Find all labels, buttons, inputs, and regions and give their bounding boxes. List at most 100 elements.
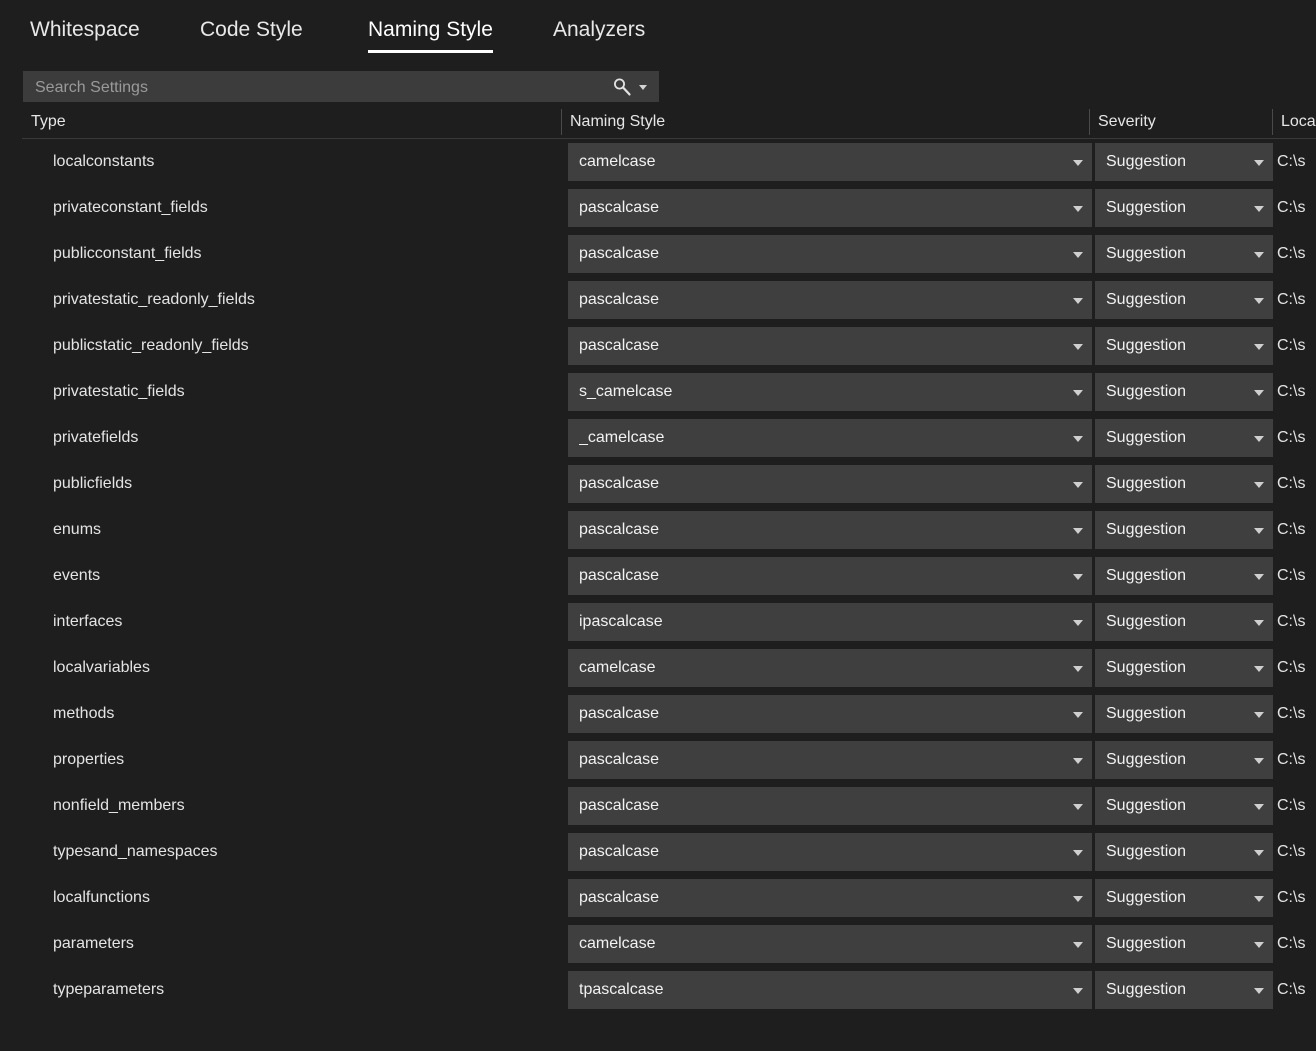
severity-dropdown[interactable]: Suggestion (1095, 189, 1273, 227)
severity-dropdown[interactable]: Suggestion (1095, 741, 1273, 779)
chevron-down-icon[interactable] (1073, 298, 1083, 304)
chevron-down-icon[interactable] (1073, 942, 1083, 948)
naming-style-dropdown[interactable]: pascalcase (568, 465, 1092, 503)
naming-style-dropdown[interactable]: pascalcase (568, 695, 1092, 733)
naming-style-dropdown[interactable]: pascalcase (568, 511, 1092, 549)
chevron-down-icon[interactable] (1254, 344, 1264, 350)
table-row[interactable]: privatefields_camelcaseSuggestionC:\s (0, 415, 1316, 461)
naming-style-dropdown[interactable]: ipascalcase (568, 603, 1092, 641)
chevron-down-icon[interactable] (1073, 850, 1083, 856)
chevron-down-icon[interactable] (1254, 850, 1264, 856)
table-row[interactable]: privatestatic_fieldss_camelcaseSuggestio… (0, 369, 1316, 415)
naming-style-dropdown[interactable]: camelcase (568, 143, 1092, 181)
chevron-down-icon[interactable] (1073, 758, 1083, 764)
severity-dropdown[interactable]: Suggestion (1095, 235, 1273, 273)
naming-style-dropdown[interactable]: pascalcase (568, 833, 1092, 871)
chevron-down-icon[interactable] (1254, 206, 1264, 212)
search-icon[interactable] (612, 77, 632, 97)
chevron-down-icon[interactable] (1073, 666, 1083, 672)
table-row[interactable]: localfunctionspascalcaseSuggestionC:\s (0, 875, 1316, 921)
severity-dropdown[interactable]: Suggestion (1095, 143, 1273, 181)
chevron-down-icon[interactable] (1254, 160, 1264, 166)
chevron-down-icon[interactable] (1254, 436, 1264, 442)
chevron-down-icon[interactable] (1254, 390, 1264, 396)
chevron-down-icon[interactable] (1073, 206, 1083, 212)
naming-style-dropdown[interactable]: pascalcase (568, 787, 1092, 825)
chevron-down-icon[interactable] (639, 85, 647, 90)
table-row[interactable]: privatestatic_readonly_fieldspascalcaseS… (0, 277, 1316, 323)
chevron-down-icon[interactable] (1254, 942, 1264, 948)
table-row[interactable]: parameterscamelcaseSuggestionC:\s (0, 921, 1316, 967)
chevron-down-icon[interactable] (1073, 436, 1083, 442)
naming-style-dropdown[interactable]: s_camelcase (568, 373, 1092, 411)
table-row[interactable]: nonfield_memberspascalcaseSuggestionC:\s (0, 783, 1316, 829)
naming-style-dropdown[interactable]: pascalcase (568, 189, 1092, 227)
search-input[interactable] (33, 72, 607, 103)
naming-style-dropdown[interactable]: pascalcase (568, 235, 1092, 273)
severity-dropdown[interactable]: Suggestion (1095, 419, 1273, 457)
severity-dropdown[interactable]: Suggestion (1095, 695, 1273, 733)
column-header-severity[interactable]: Severity (1089, 106, 1271, 138)
naming-style-dropdown[interactable]: pascalcase (568, 879, 1092, 917)
chevron-down-icon[interactable] (1254, 712, 1264, 718)
chevron-down-icon[interactable] (1073, 390, 1083, 396)
column-header-naming-style[interactable]: Naming Style (561, 106, 1089, 138)
chevron-down-icon[interactable] (1254, 988, 1264, 994)
tab-analyzers[interactable]: Analyzers (553, 16, 645, 50)
table-row[interactable]: methodspascalcaseSuggestionC:\s (0, 691, 1316, 737)
severity-dropdown[interactable]: Suggestion (1095, 603, 1273, 641)
naming-style-dropdown[interactable]: _camelcase (568, 419, 1092, 457)
naming-style-dropdown[interactable]: pascalcase (568, 741, 1092, 779)
chevron-down-icon[interactable] (1073, 804, 1083, 810)
tab-code-style[interactable]: Code Style (200, 16, 303, 50)
column-header-type[interactable]: Type (22, 106, 560, 138)
table-row[interactable]: interfacesipascalcaseSuggestionC:\s (0, 599, 1316, 645)
severity-dropdown[interactable]: Suggestion (1095, 879, 1273, 917)
chevron-down-icon[interactable] (1254, 574, 1264, 580)
chevron-down-icon[interactable] (1073, 344, 1083, 350)
naming-style-dropdown[interactable]: tpascalcase (568, 971, 1092, 1009)
severity-dropdown[interactable]: Suggestion (1095, 511, 1273, 549)
severity-dropdown[interactable]: Suggestion (1095, 971, 1273, 1009)
table-row[interactable]: localvariablescamelcaseSuggestionC:\s (0, 645, 1316, 691)
severity-dropdown[interactable]: Suggestion (1095, 465, 1273, 503)
chevron-down-icon[interactable] (1254, 528, 1264, 534)
table-row[interactable]: privateconstant_fieldspascalcaseSuggesti… (0, 185, 1316, 231)
column-separator[interactable] (561, 109, 562, 135)
table-row[interactable]: enumspascalcaseSuggestionC:\s (0, 507, 1316, 553)
chevron-down-icon[interactable] (1073, 574, 1083, 580)
chevron-down-icon[interactable] (1073, 620, 1083, 626)
chevron-down-icon[interactable] (1254, 758, 1264, 764)
chevron-down-icon[interactable] (1254, 896, 1264, 902)
chevron-down-icon[interactable] (1073, 528, 1083, 534)
chevron-down-icon[interactable] (1073, 482, 1083, 488)
table-row[interactable]: typeparameterstpascalcaseSuggestionC:\s (0, 967, 1316, 1013)
severity-dropdown[interactable]: Suggestion (1095, 557, 1273, 595)
chevron-down-icon[interactable] (1254, 804, 1264, 810)
chevron-down-icon[interactable] (1073, 252, 1083, 258)
chevron-down-icon[interactable] (1254, 666, 1264, 672)
severity-dropdown[interactable]: Suggestion (1095, 373, 1273, 411)
severity-dropdown[interactable]: Suggestion (1095, 281, 1273, 319)
severity-dropdown[interactable]: Suggestion (1095, 327, 1273, 365)
column-header-location[interactable]: Locat (1272, 106, 1316, 138)
naming-style-dropdown[interactable]: pascalcase (568, 557, 1092, 595)
table-row[interactable]: propertiespascalcaseSuggestionC:\s (0, 737, 1316, 783)
tab-naming-style[interactable]: Naming Style (368, 16, 493, 53)
chevron-down-icon[interactable] (1073, 160, 1083, 166)
chevron-down-icon[interactable] (1254, 252, 1264, 258)
chevron-down-icon[interactable] (1254, 482, 1264, 488)
naming-style-dropdown[interactable]: camelcase (568, 925, 1092, 963)
chevron-down-icon[interactable] (1073, 896, 1083, 902)
column-separator[interactable] (1089, 109, 1090, 135)
naming-style-dropdown[interactable]: camelcase (568, 649, 1092, 687)
table-row[interactable]: eventspascalcaseSuggestionC:\s (0, 553, 1316, 599)
search-settings-box[interactable] (23, 71, 659, 102)
naming-style-dropdown[interactable]: pascalcase (568, 327, 1092, 365)
table-row[interactable]: publicfieldspascalcaseSuggestionC:\s (0, 461, 1316, 507)
severity-dropdown[interactable]: Suggestion (1095, 649, 1273, 687)
table-row[interactable]: typesand_namespacespascalcaseSuggestionC… (0, 829, 1316, 875)
severity-dropdown[interactable]: Suggestion (1095, 925, 1273, 963)
table-row[interactable]: publicconstant_fieldspascalcaseSuggestio… (0, 231, 1316, 277)
table-row[interactable]: localconstantscamelcaseSuggestionC:\s (0, 139, 1316, 185)
